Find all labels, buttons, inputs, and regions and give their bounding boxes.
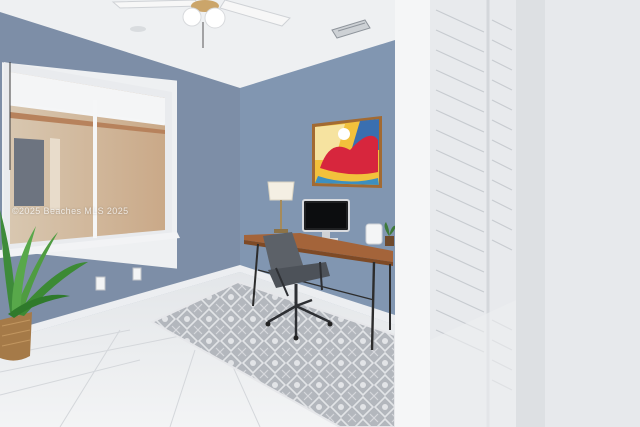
outlet-icon [132,267,142,281]
photo-watermark: ©2025 Beaches MLS 2025 [12,206,129,216]
window-icon [0,62,180,269]
abstract-artwork [312,116,382,188]
outlet-icon [95,276,106,291]
office-photo: ©2025 Beaches MLS 2025 [0,0,640,427]
canister [365,223,383,245]
plantation-shutter [395,0,640,427]
recessed-light [130,26,146,32]
